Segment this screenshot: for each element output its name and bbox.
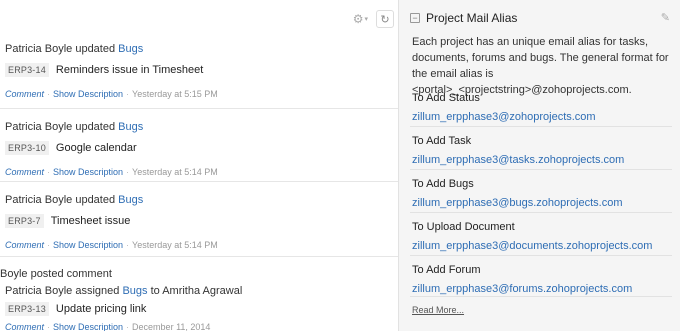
separator-dot: · xyxy=(47,167,51,177)
activity-actor: Patricia Boyle xyxy=(5,285,73,297)
task-row: ERP3-10 Google calendar xyxy=(0,141,398,155)
divider xyxy=(410,255,672,256)
activity-item: Patricia Boyle updated Bugs ERP3-10 Goog… xyxy=(0,121,398,177)
task-row: ERP3-13 Update pricing link xyxy=(0,302,398,316)
activity-suffix: to Amritha Agrawal xyxy=(150,285,243,297)
read-more-link[interactable]: Read More... xyxy=(412,305,464,315)
alias-email-link[interactable]: zillum_erpphase3@documents.zohoprojects.… xyxy=(412,240,670,252)
activity-verb: updated xyxy=(75,121,116,133)
alias-item: To Add Status zillum_erpphase3@zohoproje… xyxy=(412,92,670,123)
alias-item: To Add Forum zillum_erpphase3@forums.zoh… xyxy=(412,264,670,295)
panel-header: − Project Mail Alias ✎ xyxy=(410,10,670,26)
activity-verb: assigned xyxy=(75,285,120,297)
divider xyxy=(0,181,398,182)
history-icon[interactable]: ↻ xyxy=(376,10,394,28)
separator-dot: · xyxy=(47,89,51,99)
task-id-badge: ERP3-7 xyxy=(5,214,44,228)
gear-icon[interactable]: ⚙ ▾ xyxy=(353,12,368,26)
task-id-badge: ERP3-10 xyxy=(5,141,49,155)
activity-meta: Comment · Show Description · Yesterday at 5:… xyxy=(0,167,398,177)
divider xyxy=(410,169,672,170)
separator-dot: · xyxy=(126,89,130,99)
activity-actor: Patricia Boyle xyxy=(5,194,73,206)
feed-toolbar: ⚙ ▾ ↻ xyxy=(353,10,394,28)
comment-link[interactable]: Comment xyxy=(5,322,44,331)
mail-alias-panel: − Project Mail Alias ✎ Each project has … xyxy=(398,0,680,331)
alias-email-link[interactable]: zillum_erpphase3@forums.zohoprojects.com xyxy=(412,283,670,295)
activity-timestamp: Yesterday at 5:14 PM xyxy=(132,240,218,250)
activity-item: Patricia Boyle updated Bugs ERP3-14 Remi… xyxy=(0,43,398,99)
task-id-badge: ERP3-13 xyxy=(5,302,49,316)
task-id-badge: ERP3-14 xyxy=(5,63,49,77)
activity-actor: Patricia Boyle xyxy=(5,121,73,133)
panel-description: Each project has an unique email alias f… xyxy=(412,36,669,96)
alias-item: To Add Task zillum_erpphase3@tasks.zohop… xyxy=(412,135,670,166)
task-title[interactable]: Timesheet issue xyxy=(51,215,131,227)
activity-item: Boyle posted comment Patricia Boyle assi… xyxy=(0,268,398,331)
activity-timestamp: December 11, 2014 xyxy=(132,322,211,331)
activity-summary: Patricia Boyle assigned Bugs to Amritha … xyxy=(0,285,398,297)
activity-verb: updated xyxy=(75,194,116,206)
divider xyxy=(0,108,398,109)
show-description-link[interactable]: Show Description xyxy=(53,167,123,177)
comment-link[interactable]: Comment xyxy=(5,167,44,177)
alias-label: To Add Status xyxy=(412,92,480,104)
alias-label: To Add Forum xyxy=(412,264,481,276)
divider xyxy=(410,296,672,297)
activity-meta: Comment · Show Description · Yesterday at 5:… xyxy=(0,240,398,250)
activity-feed: ⚙ ▾ ↻ Patricia Boyle updated Bugs ERP3-14… xyxy=(0,0,398,331)
collapse-icon[interactable]: − xyxy=(410,13,420,23)
activity-meta: Comment · Show Description · Yesterday at 5:… xyxy=(0,89,398,99)
activity-target-link[interactable]: Bugs xyxy=(122,285,147,297)
divider xyxy=(410,126,672,127)
chevron-down-icon: ▾ xyxy=(364,16,368,23)
panel-title: Project Mail Alias xyxy=(426,11,518,25)
activity-timestamp: Yesterday at 5:15 PM xyxy=(132,89,218,99)
activity-verb: updated xyxy=(75,43,116,55)
comment-link[interactable]: Comment xyxy=(5,240,44,250)
activity-target-link[interactable]: Bugs xyxy=(118,43,143,55)
alias-label: To Upload Document xyxy=(412,221,515,233)
alias-email-link[interactable]: zillum_erpphase3@bugs.zohoprojects.com xyxy=(412,197,670,209)
alias-email-link[interactable]: zillum_erpphase3@tasks.zohoprojects.com xyxy=(412,154,670,166)
activity-target-link[interactable]: Bugs xyxy=(118,194,143,206)
activity-summary: Patricia Boyle updated Bugs xyxy=(0,194,398,206)
comment-link[interactable]: Comment xyxy=(5,89,44,99)
alias-item: To Upload Document zillum_erpphase3@docu… xyxy=(412,221,670,252)
divider xyxy=(0,256,398,257)
activity-actor: Patricia Boyle xyxy=(5,43,73,55)
separator-dot: · xyxy=(126,167,130,177)
separator-dot: · xyxy=(126,240,130,250)
task-title[interactable]: Google calendar xyxy=(56,142,137,154)
task-row: ERP3-14 Reminders issue in Timesheet xyxy=(0,63,398,77)
activity-summary: Patricia Boyle updated Bugs xyxy=(0,43,398,55)
show-description-link[interactable]: Show Description xyxy=(53,240,123,250)
show-description-link[interactable]: Show Description xyxy=(53,322,123,331)
show-description-link[interactable]: Show Description xyxy=(53,89,123,99)
task-title[interactable]: Reminders issue in Timesheet xyxy=(56,64,203,76)
activity-header: Boyle posted comment xyxy=(0,268,112,280)
alias-label: To Add Task xyxy=(412,135,472,147)
pencil-icon[interactable]: ✎ xyxy=(661,11,670,24)
divider xyxy=(410,212,672,213)
task-title[interactable]: Update pricing link xyxy=(56,303,147,315)
activity-item: Patricia Boyle updated Bugs ERP3-7 Times… xyxy=(0,194,398,250)
separator-dot: · xyxy=(47,240,51,250)
task-row: ERP3-7 Timesheet issue xyxy=(0,214,398,228)
activity-meta: Comment · Show Description · December 11, 20… xyxy=(0,322,398,331)
separator-dot: · xyxy=(126,322,130,331)
activity-timestamp: Yesterday at 5:14 PM xyxy=(132,167,218,177)
activity-target-link[interactable]: Bugs xyxy=(118,121,143,133)
separator-dot: · xyxy=(47,322,51,331)
alias-item: To Add Bugs zillum_erpphase3@bugs.zohopr… xyxy=(412,178,670,209)
alias-label: To Add Bugs xyxy=(412,178,474,190)
alias-email-link[interactable]: zillum_erpphase3@zohoprojects.com xyxy=(412,111,670,123)
activity-summary: Patricia Boyle updated Bugs xyxy=(0,121,398,133)
